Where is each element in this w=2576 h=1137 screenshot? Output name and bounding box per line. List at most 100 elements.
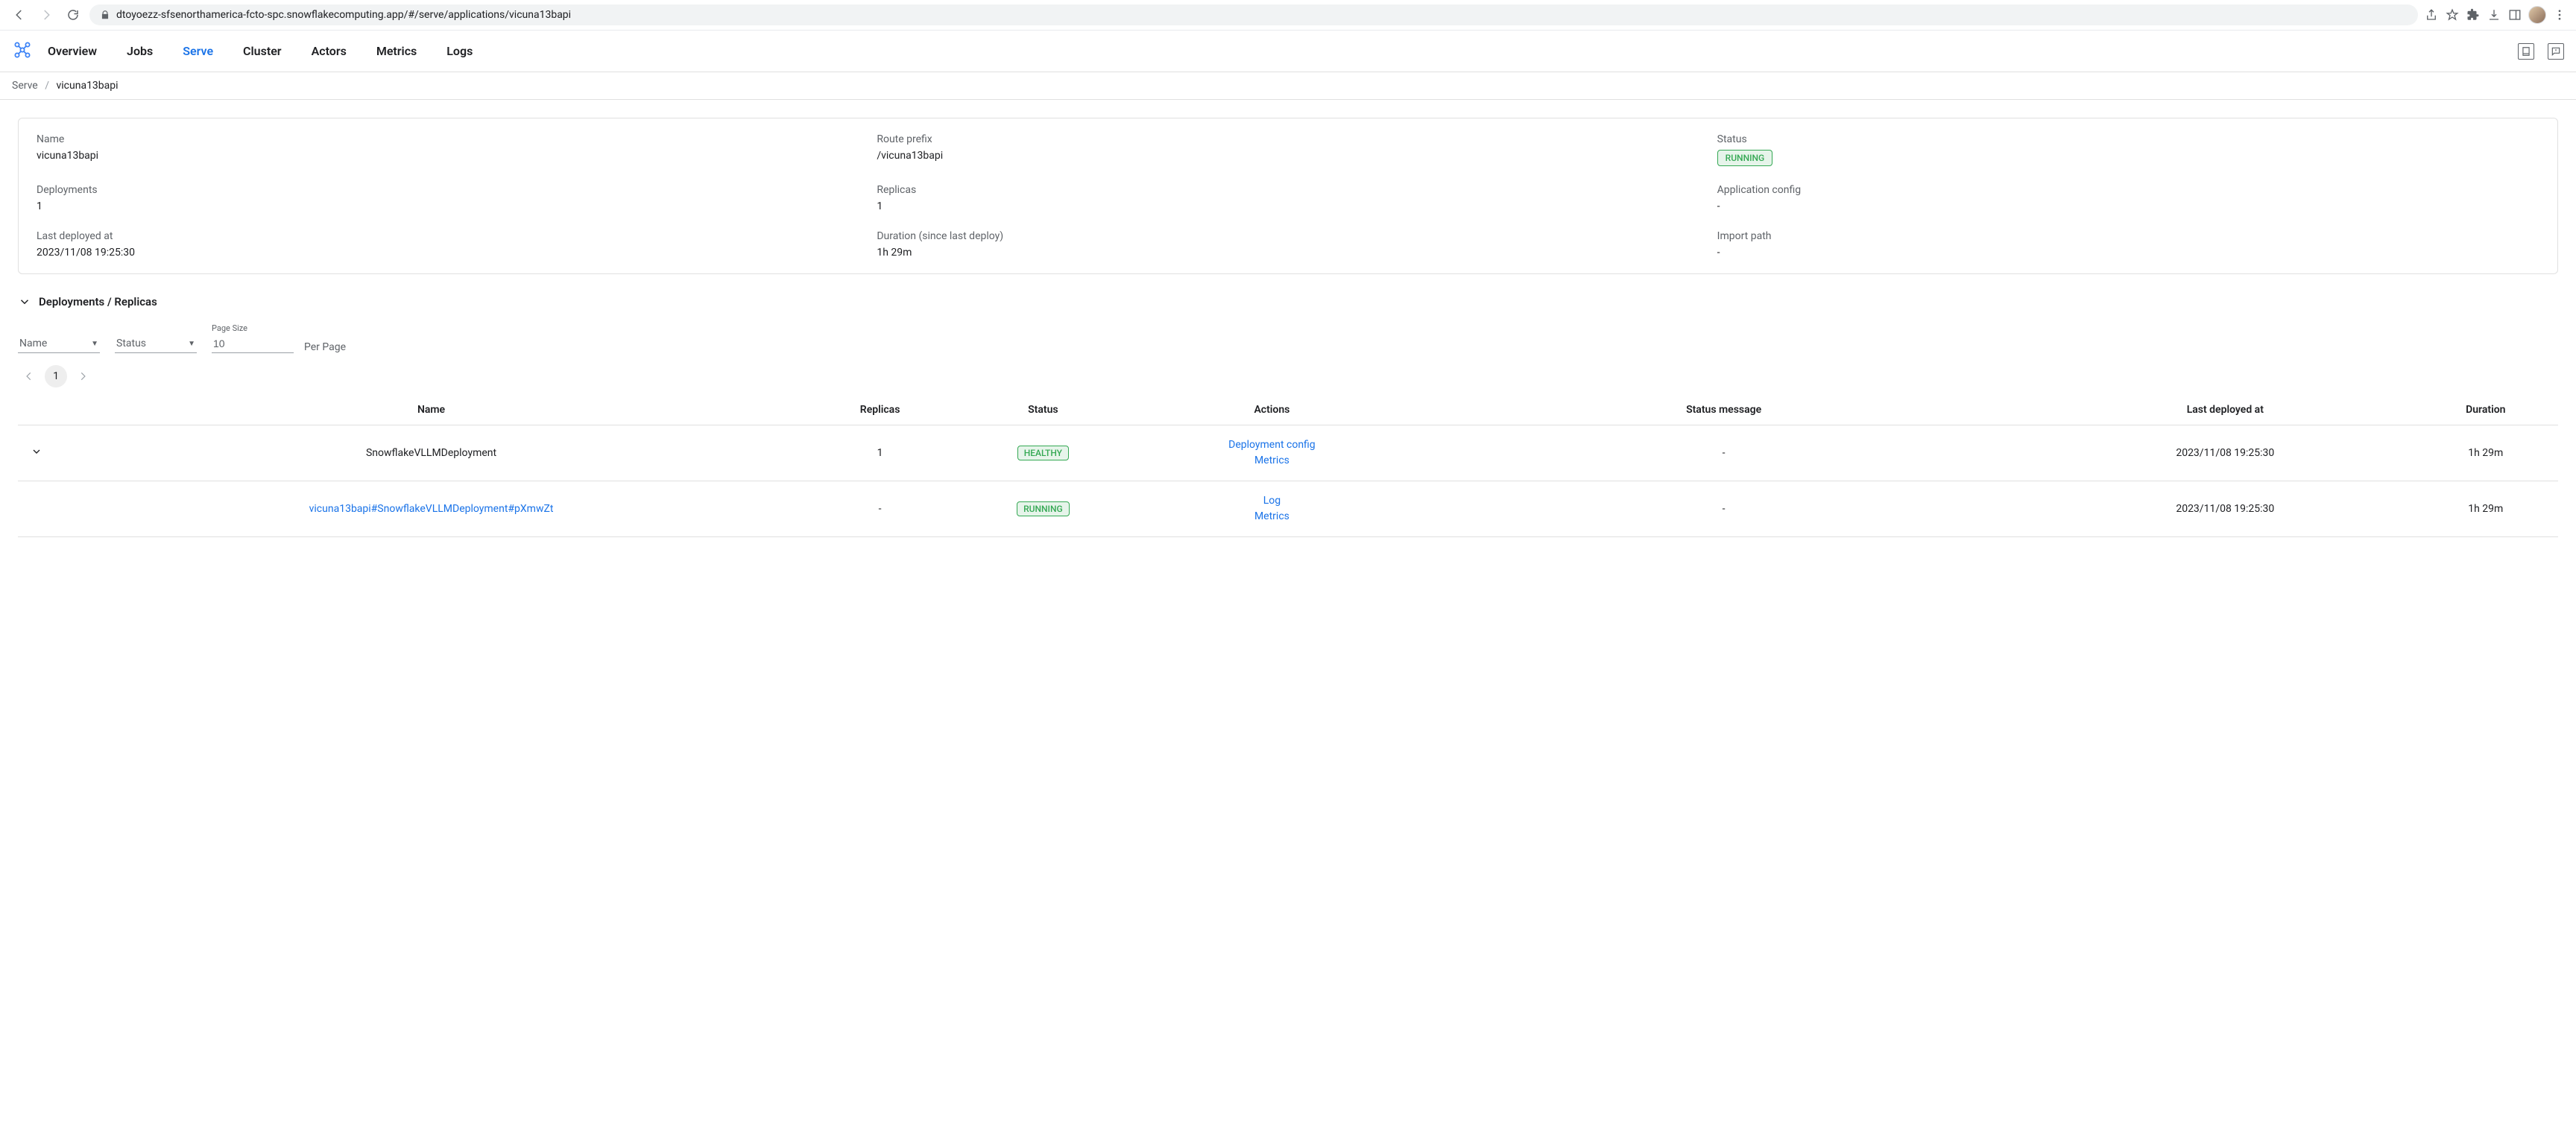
action-link-metrics[interactable]: Metrics [1140, 509, 1405, 525]
page-button-1[interactable]: 1 [45, 365, 67, 387]
chevron-right-icon [78, 371, 88, 381]
nav-link-serve[interactable]: Serve [183, 44, 213, 58]
info-label: Deployments [37, 184, 859, 196]
info-name: Name vicuna13bapi [37, 133, 859, 166]
action-link-metrics[interactable]: Metrics [1140, 453, 1405, 469]
col-status-message: Status message [1410, 395, 2037, 425]
info-import-path: Import path - [1717, 230, 2539, 259]
cell-actions: LogMetrics [1134, 481, 1411, 537]
share-icon[interactable] [2424, 7, 2439, 22]
info-label: Status [1717, 133, 2539, 145]
col-status: Status [953, 395, 1134, 425]
deployments-section: Deployments / Replicas Name ▼ Status ▼ P… [18, 295, 2558, 537]
filters-row: Name ▼ Status ▼ Page Size Per Page [18, 323, 2558, 353]
info-status: Status RUNNING [1717, 133, 2539, 166]
replica-link[interactable]: vicuna13bapi#SnowflakeVLLMDeployment#pXm… [309, 503, 554, 515]
nav-right [2518, 43, 2564, 60]
info-value: 1h 29m [877, 247, 1699, 259]
col-replicas: Replicas [807, 395, 953, 425]
cell-status: HEALTHY [953, 425, 1134, 481]
breadcrumb: Serve / vicuna13bapi [0, 72, 2576, 100]
nav-link-logs[interactable]: Logs [446, 44, 473, 58]
kebab-menu-icon[interactable] [2552, 7, 2567, 22]
per-page-label: Per Page [304, 341, 346, 353]
col-actions: Actions [1134, 395, 1411, 425]
content-area: Name vicuna13bapi Route prefix /vicuna13… [0, 100, 2576, 555]
expand-toggle[interactable] [18, 425, 55, 481]
cell-name: SnowflakeVLLMDeployment [55, 425, 807, 481]
info-label: Name [37, 133, 859, 145]
nav-link-metrics[interactable]: Metrics [376, 44, 417, 58]
reload-button[interactable] [63, 4, 83, 25]
cell-duration: 1h 29m [2414, 481, 2558, 537]
info-app-config: Application config - [1717, 184, 2539, 212]
expand-spacer [18, 481, 55, 537]
breadcrumb-root[interactable]: Serve [12, 80, 38, 92]
section-header[interactable]: Deployments / Replicas [18, 295, 2558, 308]
info-value: 1 [877, 200, 1699, 212]
name-filter[interactable]: Name ▼ [18, 335, 100, 353]
action-link-deployment-config[interactable]: Deployment config [1140, 437, 1405, 453]
cell-status-message: - [1410, 425, 2037, 481]
nav-link-jobs[interactable]: Jobs [127, 44, 153, 58]
breadcrumb-separator: / [45, 80, 49, 92]
pagination: 1 [18, 365, 2558, 387]
action-link-log[interactable]: Log [1140, 493, 1405, 509]
ray-logo-icon[interactable] [12, 39, 33, 63]
prev-page-button[interactable] [18, 365, 40, 387]
nav-link-cluster[interactable]: Cluster [243, 44, 282, 58]
cell-status: RUNNING [953, 481, 1134, 537]
info-value: - [1717, 200, 2539, 212]
download-icon[interactable] [2487, 7, 2501, 22]
extensions-icon[interactable] [2466, 7, 2481, 22]
info-duration: Duration (since last deploy) 1h 29m [877, 230, 1699, 259]
info-value: /vicuna13bapi [877, 150, 1699, 162]
app-navbar: Overview Jobs Serve Cluster Actors Metrics Log… [0, 31, 2576, 72]
docs-icon[interactable] [2518, 43, 2534, 60]
table-row: vicuna13bapi#SnowflakeVLLMDeployment#pXm… [18, 481, 2558, 537]
next-page-button[interactable] [72, 365, 94, 387]
nav-link-actors[interactable]: Actors [312, 44, 347, 58]
cell-duration: 1h 29m [2414, 425, 2558, 481]
feedback-icon[interactable] [2548, 43, 2564, 60]
info-label: Import path [1717, 230, 2539, 242]
info-label: Replicas [877, 184, 1699, 196]
forward-button[interactable] [36, 4, 57, 25]
section-title: Deployments / Replicas [39, 295, 157, 308]
info-value: 1 [37, 200, 859, 212]
cell-last-deployed: 2023/11/08 19:25:30 [2037, 425, 2414, 481]
caret-down-icon: ▼ [188, 340, 195, 348]
nav-link-overview[interactable]: Overview [48, 44, 97, 58]
page-size-input[interactable] [212, 335, 294, 353]
arrow-right-icon [40, 8, 53, 22]
breadcrumb-current: vicuna13bapi [56, 80, 118, 92]
panel-icon[interactable] [2507, 7, 2522, 22]
col-duration: Duration [2414, 395, 2558, 425]
col-expand [18, 395, 55, 425]
browser-toolbar: dtoyoezz-sfsenorthamerica-fcto-spc.snowf… [0, 0, 2576, 31]
info-route-prefix: Route prefix /vicuna13bapi [877, 133, 1699, 166]
info-last-deployed: Last deployed at 2023/11/08 19:25:30 [37, 230, 859, 259]
filter-name-label: Name [19, 338, 47, 349]
arrow-left-icon [13, 8, 26, 22]
cell-last-deployed: 2023/11/08 19:25:30 [2037, 481, 2414, 537]
back-button[interactable] [9, 4, 30, 25]
cell-actions: Deployment configMetrics [1134, 425, 1411, 481]
cell-name: vicuna13bapi#SnowflakeVLLMDeployment#pXm… [55, 481, 807, 537]
chevron-left-icon [24, 371, 34, 381]
info-label: Last deployed at [37, 230, 859, 242]
chevron-down-icon [31, 446, 42, 457]
address-bar[interactable]: dtoyoezz-sfsenorthamerica-fcto-spc.snowf… [89, 4, 2418, 25]
reload-icon [66, 8, 80, 22]
cell-replicas: - [807, 481, 953, 537]
info-label: Application config [1717, 184, 2539, 196]
status-badge: RUNNING [1717, 150, 1773, 166]
lock-icon [100, 10, 110, 20]
caret-down-icon: ▼ [91, 340, 98, 348]
profile-avatar[interactable] [2528, 6, 2546, 24]
star-icon[interactable] [2445, 7, 2460, 22]
col-last-deployed: Last deployed at [2037, 395, 2414, 425]
cell-status-message: - [1410, 481, 2037, 537]
info-label: Route prefix [877, 133, 1699, 145]
status-filter[interactable]: Status ▼ [115, 335, 197, 353]
